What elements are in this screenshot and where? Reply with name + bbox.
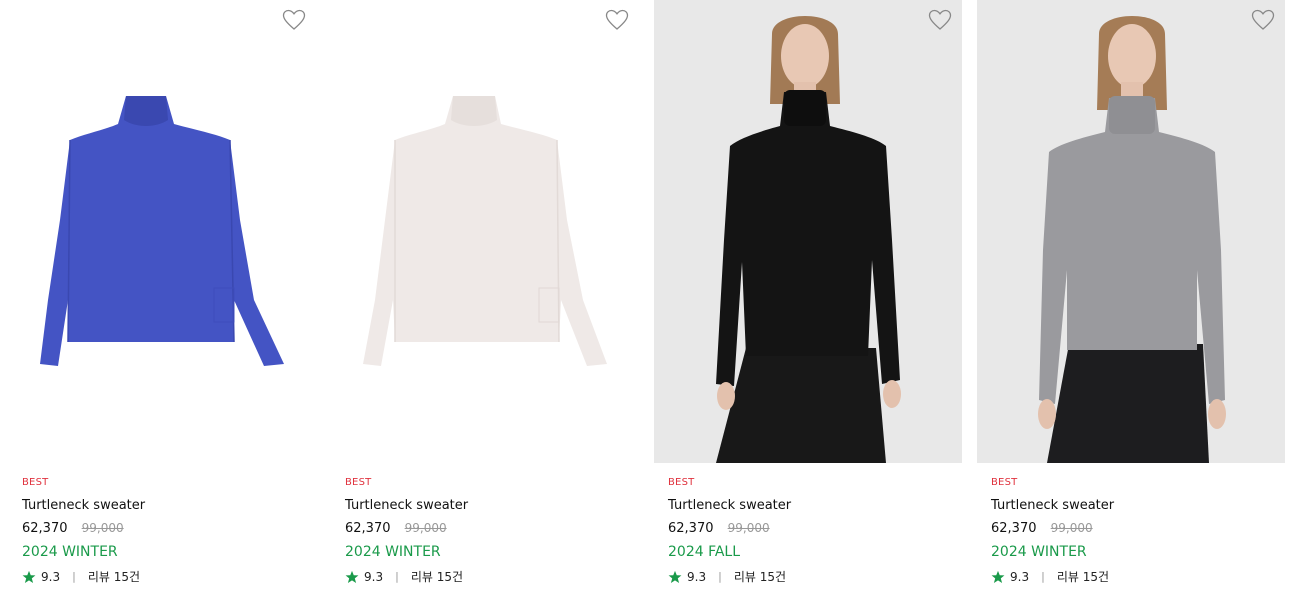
star-icon <box>668 570 682 583</box>
rating-score: 9.3 <box>364 569 384 584</box>
product-name[interactable]: Turtleneck sweater <box>345 498 468 513</box>
original-price: 99,000 <box>1050 521 1093 535</box>
review-count[interactable]: 리뷰 15건 <box>734 568 786 585</box>
sale-price: 62,370 <box>345 521 391 536</box>
product-card[interactable]: BEST Turtleneck sweater 62,370 99,000 20… <box>8 0 316 606</box>
sale-price: 62,370 <box>991 521 1037 536</box>
rating-row: 9.3 | 리뷰 15건 <box>668 568 786 585</box>
blue-sweater-image <box>40 96 284 366</box>
price-row: 62,370 99,000 <box>22 521 124 536</box>
price-row: 62,370 99,000 <box>345 521 447 536</box>
heart-outline-icon[interactable] <box>605 9 629 31</box>
price-row: 62,370 99,000 <box>991 521 1093 536</box>
product-name[interactable]: Turtleneck sweater <box>991 498 1114 513</box>
sale-price: 62,370 <box>22 521 68 536</box>
product-image[interactable] <box>331 0 639 463</box>
model-gray-sweater-image <box>1038 16 1226 463</box>
review-count[interactable]: 리뷰 15건 <box>1057 568 1109 585</box>
separator: | <box>72 570 76 583</box>
rating-row: 9.3 | 리뷰 15건 <box>345 568 463 585</box>
season-label: 2024 WINTER <box>22 544 118 560</box>
product-image[interactable] <box>654 0 962 463</box>
original-price: 99,000 <box>404 521 447 535</box>
star-icon <box>991 570 1005 583</box>
product-image[interactable] <box>8 0 316 463</box>
season-label: 2024 FALL <box>668 544 741 560</box>
rating-row: 9.3 | 리뷰 15건 <box>991 568 1109 585</box>
star-icon <box>22 570 36 583</box>
price-row: 62,370 99,000 <box>668 521 770 536</box>
heart-outline-icon[interactable] <box>928 9 952 31</box>
best-badge: BEST <box>668 477 695 488</box>
best-badge: BEST <box>22 477 49 488</box>
product-name[interactable]: Turtleneck sweater <box>22 498 145 513</box>
review-count[interactable]: 리뷰 15건 <box>88 568 140 585</box>
best-badge: BEST <box>345 477 372 488</box>
review-count[interactable]: 리뷰 15건 <box>411 568 463 585</box>
original-price: 99,000 <box>727 521 770 535</box>
rating-score: 9.3 <box>41 569 61 584</box>
product-image[interactable] <box>977 0 1285 463</box>
product-name[interactable]: Turtleneck sweater <box>668 498 791 513</box>
product-card[interactable]: BEST Turtleneck sweater 62,370 99,000 20… <box>654 0 962 606</box>
separator: | <box>718 570 722 583</box>
season-label: 2024 WINTER <box>345 544 441 560</box>
model-black-sweater-image <box>716 16 901 463</box>
heart-outline-icon[interactable] <box>1251 9 1275 31</box>
white-sweater-image <box>363 96 607 366</box>
separator: | <box>395 570 399 583</box>
best-badge: BEST <box>991 477 1018 488</box>
product-grid: BEST Turtleneck sweater 62,370 99,000 20… <box>0 0 1290 606</box>
separator: | <box>1041 570 1045 583</box>
product-card[interactable]: BEST Turtleneck sweater 62,370 99,000 20… <box>331 0 639 606</box>
rating-score: 9.3 <box>1010 569 1030 584</box>
original-price: 99,000 <box>81 521 124 535</box>
heart-outline-icon[interactable] <box>282 9 306 31</box>
rating-row: 9.3 | 리뷰 15건 <box>22 568 140 585</box>
star-icon <box>345 570 359 583</box>
rating-score: 9.3 <box>687 569 707 584</box>
sale-price: 62,370 <box>668 521 714 536</box>
season-label: 2024 WINTER <box>991 544 1087 560</box>
product-card[interactable]: BEST Turtleneck sweater 62,370 99,000 20… <box>977 0 1285 606</box>
